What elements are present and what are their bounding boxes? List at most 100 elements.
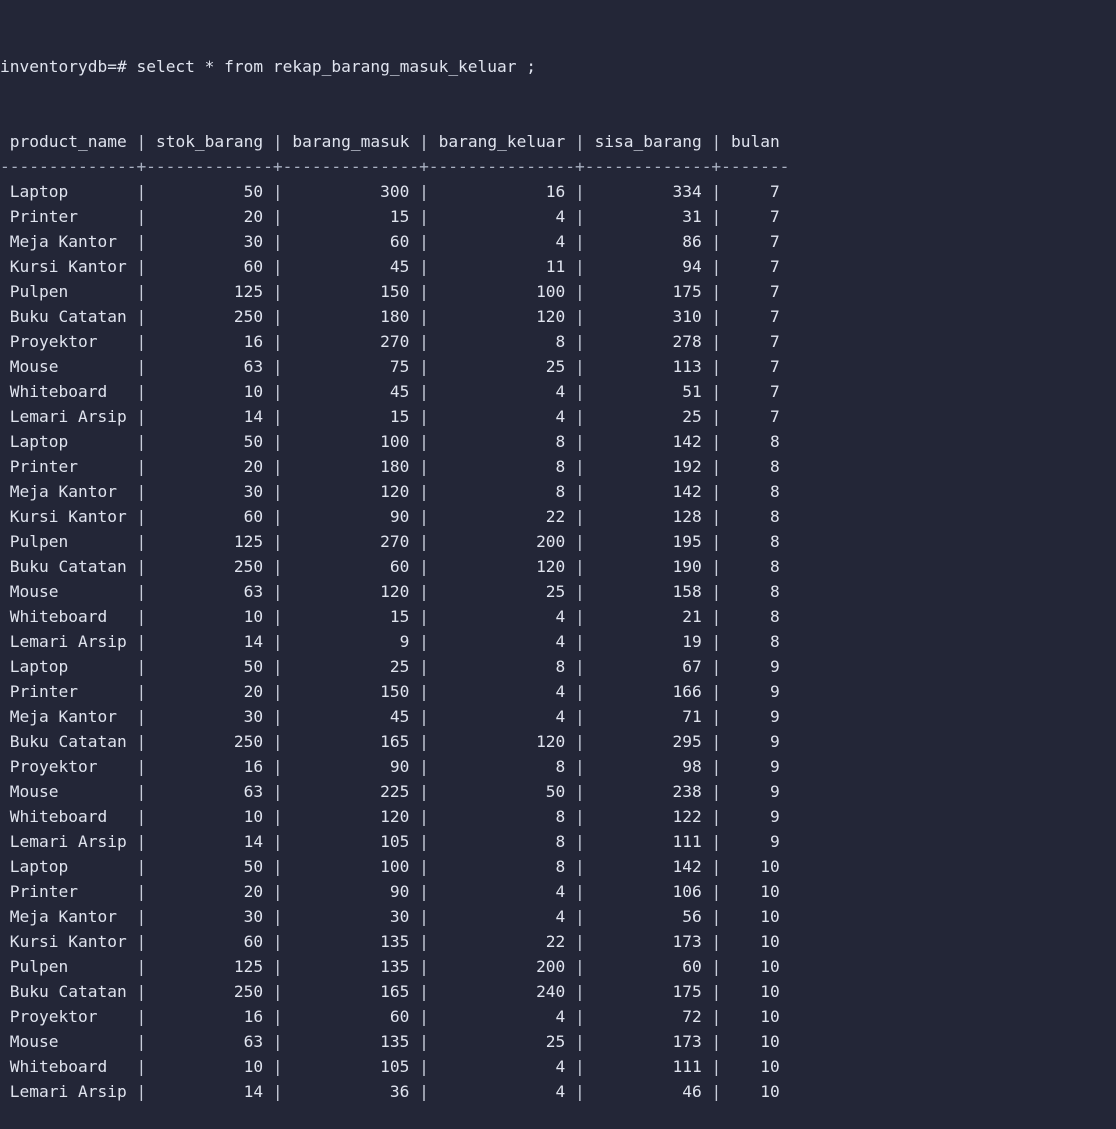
cell-barang-masuk: 120 (292, 482, 410, 501)
cell-barang-masuk: 75 (292, 357, 410, 376)
column-separator: | (701, 857, 722, 876)
column-separator: | (409, 857, 429, 876)
cell-barang-masuk: 150 (292, 282, 410, 301)
cell-barang-masuk: 105 (292, 832, 410, 851)
cell-barang-masuk: 165 (292, 982, 410, 1001)
cell-sisa-barang: 334 (594, 182, 702, 201)
column-separator: | (409, 457, 429, 476)
cell-barang-keluar: 4 (438, 407, 566, 426)
column-separator: | (565, 857, 585, 876)
cell-stok-barang: 50 (155, 182, 264, 201)
column-separator: | (565, 707, 585, 726)
table-row: Buku Catatan | 250 | 165 | 120 | 295 | 9 (0, 729, 1116, 754)
column-separator: | (409, 432, 429, 451)
column-separator: | (409, 482, 429, 501)
cell-barang-masuk: 180 (292, 457, 410, 476)
column-separator: | (409, 732, 429, 751)
column-separator: | (701, 682, 722, 701)
shell-prompt: inventorydb=# (0, 57, 127, 76)
column-separator: | (701, 307, 722, 326)
cell-sisa-barang: 142 (594, 857, 702, 876)
cell-barang-keluar: 4 (438, 632, 566, 651)
table-row: Pulpen | 125 | 135 | 200 | 60 | 10 (0, 954, 1116, 979)
cell-bulan: 9 (731, 782, 780, 801)
cell-barang-keluar: 8 (438, 832, 566, 851)
query-result-table: product_name | stok_barang | barang_masu… (0, 129, 1116, 1104)
cell-barang-keluar: 120 (438, 307, 566, 326)
cell-stok-barang: 250 (155, 307, 264, 326)
cell-sisa-barang: 46 (594, 1082, 702, 1101)
table-row: Whiteboard | 10 | 120 | 8 | 122 | 9 (0, 804, 1116, 829)
cell-sisa-barang: 106 (594, 882, 702, 901)
cell-product-name: Mouse (9, 782, 127, 801)
cell-barang-keluar: 4 (438, 1007, 566, 1026)
table-row: Proyektor | 16 | 90 | 8 | 98 | 9 (0, 754, 1116, 779)
cell-barang-masuk: 90 (292, 507, 410, 526)
cell-bulan: 7 (731, 357, 780, 376)
table-row: Proyektor | 16 | 60 | 4 | 72 | 10 (0, 1004, 1116, 1029)
column-separator: | (565, 832, 585, 851)
cell-sisa-barang: 19 (594, 632, 702, 651)
column-separator: | (126, 907, 147, 926)
cell-barang-keluar: 200 (438, 957, 566, 976)
cell-bulan: 9 (731, 707, 780, 726)
column-separator: | (565, 257, 585, 276)
cell-bulan: 7 (731, 232, 780, 251)
cell-barang-masuk: 9 (292, 632, 410, 651)
column-separator: | (263, 707, 283, 726)
terminal-window[interactable]: inventorydb=# select * from rekap_barang… (0, 0, 1116, 1101)
column-separator: | (263, 857, 283, 876)
cell-barang-keluar: 240 (438, 982, 566, 1001)
column-separator: | (701, 932, 722, 951)
cell-barang-masuk: 60 (292, 1007, 410, 1026)
cell-barang-masuk: 90 (292, 757, 410, 776)
column-separator: | (263, 532, 283, 551)
column-separator: | (565, 582, 585, 601)
column-separator: | (263, 932, 283, 951)
column-separator: | (565, 757, 585, 776)
column-separator: | (701, 482, 722, 501)
cell-product-name: Pulpen (9, 532, 127, 551)
cell-stok-barang: 125 (155, 957, 264, 976)
cell-sisa-barang: 310 (594, 307, 702, 326)
cell-barang-keluar: 4 (438, 232, 566, 251)
cell-bulan: 10 (731, 1007, 780, 1026)
column-separator: | (263, 357, 283, 376)
column-separator: | (409, 132, 429, 151)
cell-bulan: 10 (731, 882, 780, 901)
column-separator: | (126, 257, 147, 276)
cell-bulan: 10 (731, 1057, 780, 1076)
table-row: Buku Catatan | 250 | 180 | 120 | 310 | 7 (0, 304, 1116, 329)
cell-product-name: Whiteboard (9, 1057, 127, 1076)
cell-bulan: 8 (731, 632, 780, 651)
cell-product-name: Proyektor (9, 757, 127, 776)
cell-product-name: Laptop (9, 432, 127, 451)
table-row: Proyektor | 16 | 270 | 8 | 278 | 7 (0, 329, 1116, 354)
column-separator: | (409, 507, 429, 526)
table-header: product_name | stok_barang | barang_masu… (0, 129, 1116, 154)
column-separator: | (701, 1007, 722, 1026)
cell-stok-barang: 125 (155, 532, 264, 551)
cell-stok-barang: 20 (155, 882, 264, 901)
column-separator: | (126, 582, 147, 601)
column-separator: | (701, 1032, 722, 1051)
cell-sisa-barang: 111 (594, 1057, 702, 1076)
cell-bulan: 8 (731, 482, 780, 501)
cell-product-name: Proyektor (9, 332, 127, 351)
column-separator: | (565, 1032, 585, 1051)
cell-barang-keluar: 4 (438, 382, 566, 401)
cell-barang-keluar: 4 (438, 1082, 566, 1101)
cell-bulan: 9 (731, 807, 780, 826)
cell-sisa-barang: 192 (594, 457, 702, 476)
cell-bulan: 9 (731, 657, 780, 676)
cell-bulan: 8 (731, 557, 780, 576)
cell-stok-barang: 30 (155, 907, 264, 926)
cell-sisa-barang: 86 (594, 232, 702, 251)
table-row: Lemari Arsip | 14 | 9 | 4 | 19 | 8 (0, 629, 1116, 654)
cell-sisa-barang: 175 (594, 282, 702, 301)
cell-bulan: 10 (731, 932, 780, 951)
cell-barang-masuk: 15 (292, 607, 410, 626)
cell-product-name: Buku Catatan (9, 732, 127, 751)
cell-stok-barang: 63 (155, 1032, 264, 1051)
cell-product-name: Whiteboard (9, 807, 127, 826)
